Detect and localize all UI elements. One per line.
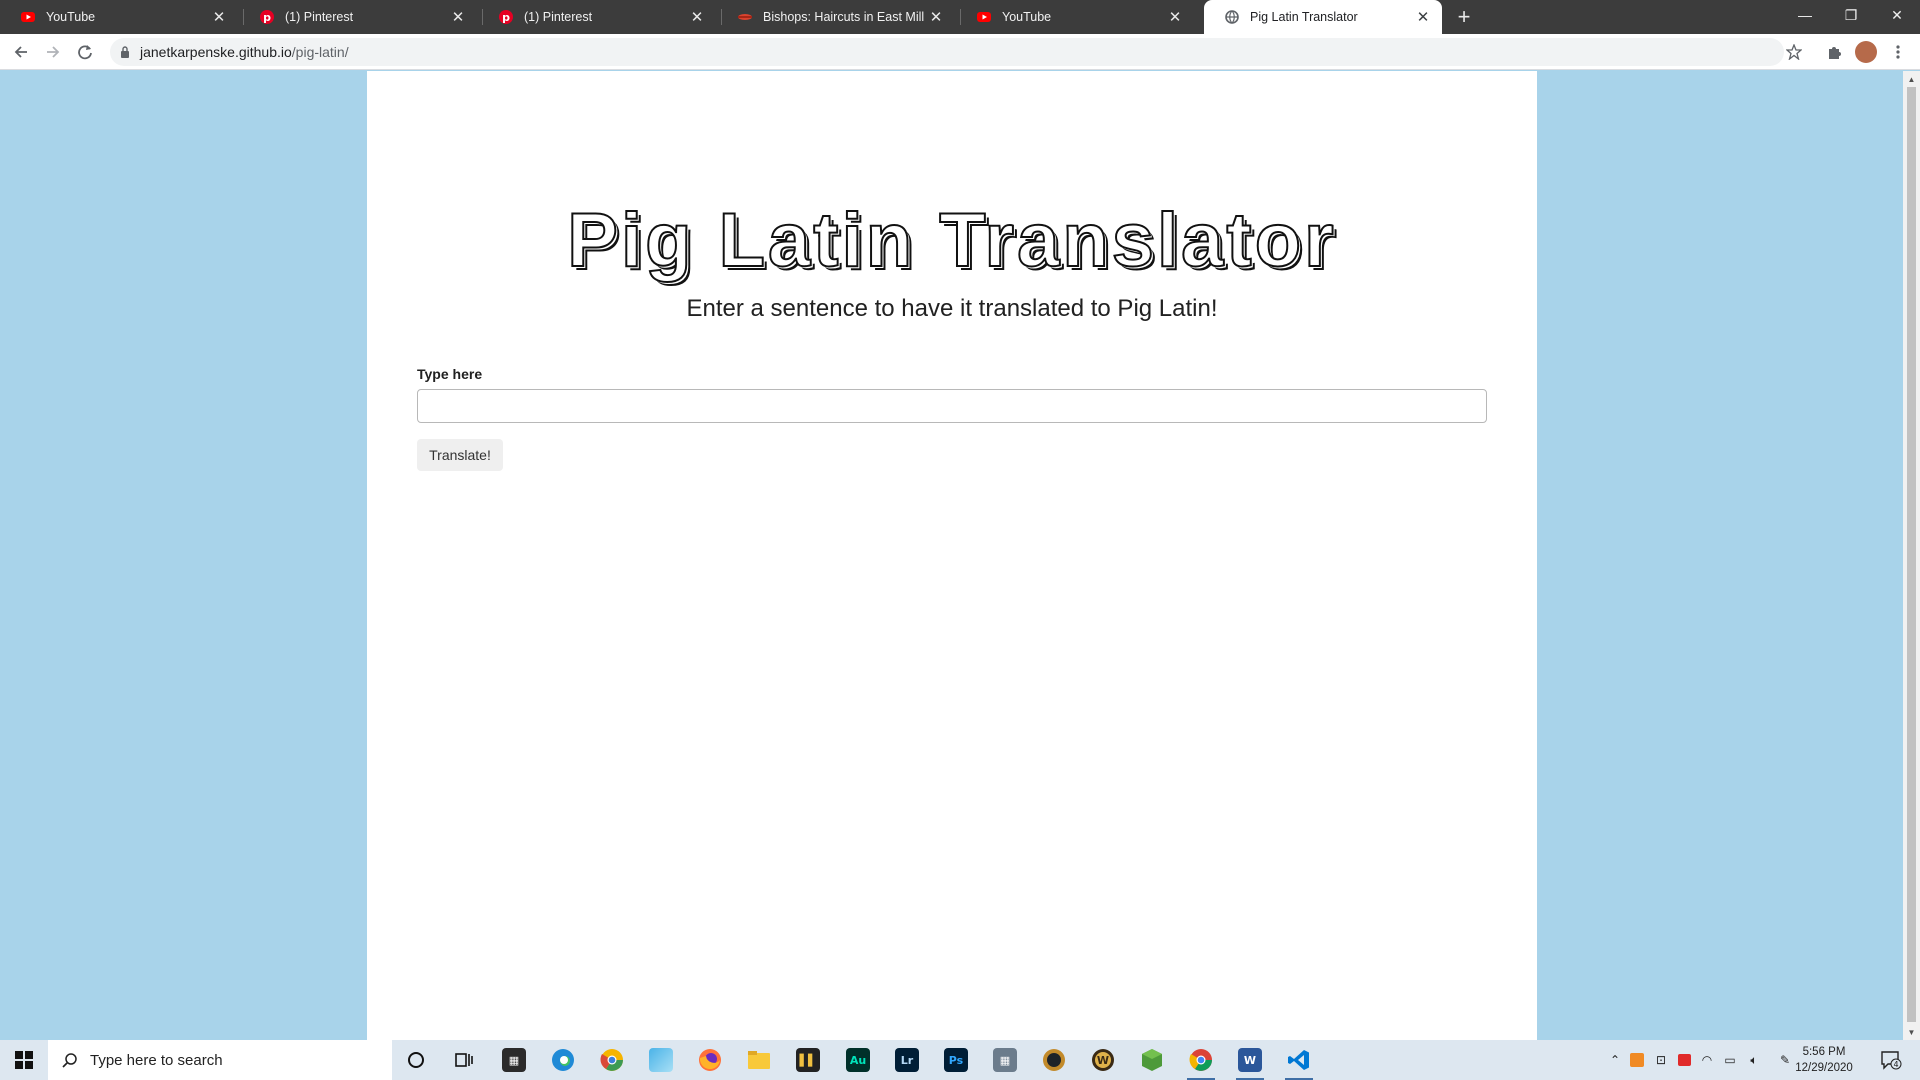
new-tab-button[interactable]: +	[1452, 4, 1476, 29]
tab-youtube-1[interactable]: YouTube ✕	[0, 0, 238, 34]
vscode-icon[interactable]	[1279, 1044, 1319, 1080]
scroll-up-icon[interactable]: ▲	[1903, 71, 1920, 87]
close-icon[interactable]: ✕	[1166, 8, 1184, 26]
minecraft-icon[interactable]	[1132, 1044, 1172, 1076]
windows-taskbar: Type here to search ▦ ▌▌ Au Lr Ps ▦ W W …	[0, 1040, 1920, 1080]
chrome-icon[interactable]	[1181, 1044, 1221, 1080]
clock-date: 12/29/2020	[1795, 1062, 1853, 1074]
tab-title: (1) Pinterest	[285, 10, 354, 24]
bookmark-star-icon[interactable]	[1781, 39, 1807, 65]
store-icon[interactable]: ▦	[494, 1044, 534, 1076]
start-button[interactable]	[0, 1040, 48, 1080]
league-icon[interactable]	[1034, 1044, 1074, 1076]
taskbar-search[interactable]: Type here to search	[48, 1040, 392, 1080]
tab-title: (1) Pinterest	[524, 10, 593, 24]
close-icon[interactable]: ✕	[210, 8, 228, 26]
volume-icon[interactable]: 🔈︎	[1744, 1040, 1764, 1080]
menu-kebab-icon[interactable]	[1885, 39, 1911, 65]
tab-title: YouTube	[1002, 10, 1052, 24]
tab-title: YouTube	[46, 10, 96, 24]
tray-app-icon[interactable]	[1627, 1040, 1647, 1080]
search-placeholder: Type here to search	[90, 1051, 223, 1069]
wifi-icon[interactable]: ◠	[1697, 1040, 1717, 1080]
sentence-input[interactable]	[417, 389, 1487, 423]
close-window-button[interactable]: ✕	[1874, 0, 1920, 30]
svg-text:p: p	[263, 11, 271, 24]
battery-icon[interactable]: ▭	[1720, 1040, 1740, 1080]
tab-strip: YouTube ✕ p (1) Pinterest ✕ p (1) Pinter…	[0, 0, 1920, 34]
tab-title: Bishops: Haircuts in East Mill Plain	[763, 10, 927, 24]
minimize-button[interactable]: —	[1782, 0, 1828, 30]
profile-avatar[interactable]	[1853, 39, 1879, 65]
avatar	[1855, 41, 1877, 63]
chrome-canary-icon[interactable]	[592, 1044, 632, 1076]
tab-youtube-2[interactable]: YouTube ✕	[956, 0, 1194, 34]
notification-count: 4	[1893, 1060, 1898, 1069]
scrollbar-thumb[interactable]	[1907, 87, 1916, 1022]
pinterest-icon: p	[498, 9, 514, 25]
bishops-icon	[737, 9, 753, 25]
task-view-icon[interactable]	[444, 1044, 484, 1076]
wow-icon[interactable]: W	[1083, 1044, 1123, 1076]
page-title: Pig Latin Translator	[566, 197, 1337, 284]
page-scrollbar[interactable]: ▲ ▼	[1903, 71, 1920, 1040]
calculator-icon[interactable]: ▦	[985, 1044, 1025, 1076]
back-button[interactable]	[8, 39, 34, 65]
search-icon	[62, 1052, 78, 1068]
youtube-icon	[976, 9, 992, 25]
svg-text:p: p	[502, 11, 510, 24]
tray-gift-icon[interactable]	[1674, 1040, 1694, 1080]
tab-title: Pig Latin Translator	[1250, 10, 1358, 24]
youtube-icon	[20, 9, 36, 25]
translate-button[interactable]: Translate!	[417, 439, 503, 471]
tab-pinterest-2[interactable]: p (1) Pinterest ✕	[478, 0, 716, 34]
file-explorer-icon[interactable]	[739, 1044, 779, 1076]
forward-arrow-icon	[47, 46, 60, 58]
tab-pinterest-1[interactable]: p (1) Pinterest ✕	[239, 0, 477, 34]
svg-text:W: W	[1097, 1054, 1109, 1067]
word-icon[interactable]: W	[1230, 1044, 1270, 1080]
audition-icon[interactable]: Au	[838, 1044, 878, 1076]
notification-center-icon[interactable]: 4	[1874, 1040, 1908, 1080]
tab-pig-latin[interactable]: Pig Latin Translator ✕	[1204, 0, 1442, 34]
restore-button[interactable]: ❐	[1828, 0, 1874, 30]
pinterest-icon: p	[259, 9, 275, 25]
books-icon[interactable]: ▌▌	[788, 1044, 828, 1076]
close-icon[interactable]: ✕	[688, 8, 706, 26]
lightroom-icon[interactable]: Lr	[887, 1044, 927, 1076]
close-icon[interactable]: ✕	[1414, 8, 1432, 26]
windows-logo-icon	[15, 1051, 33, 1069]
close-icon[interactable]: ✕	[927, 8, 945, 26]
cortana-icon[interactable]	[396, 1044, 436, 1076]
maps-icon[interactable]	[641, 1044, 681, 1076]
url-path: /pig-latin/	[291, 44, 349, 60]
clock-time: 5:56 PM	[1802, 1046, 1846, 1058]
extensions-puzzle-icon[interactable]	[1821, 39, 1847, 65]
url-host: janetkarpenske.github.io	[140, 44, 292, 60]
close-icon[interactable]: ✕	[449, 8, 467, 26]
back-arrow-icon	[14, 46, 27, 58]
content-panel: Pig Latin Translator Enter a sentence to…	[367, 71, 1537, 1040]
reload-icon	[78, 45, 92, 60]
globe-icon	[1224, 9, 1240, 25]
address-bar[interactable]: janetkarpenske.github.io/pig-latin/	[110, 38, 1784, 66]
system-clock[interactable]: 5:56 PM 12/29/2020	[1786, 1044, 1862, 1076]
lock-icon	[120, 46, 130, 58]
browser-toolbar: janetkarpenske.github.io/pig-latin/	[0, 34, 1920, 70]
forward-button[interactable]	[40, 39, 66, 65]
firefox-icon[interactable]	[690, 1044, 730, 1076]
edge-icon[interactable]	[543, 1044, 583, 1076]
input-label: Type here	[417, 366, 483, 382]
tray-overflow-icon[interactable]: ⌃	[1606, 1040, 1624, 1080]
page-subtitle: Enter a sentence to have it translated t…	[686, 295, 1218, 322]
scroll-down-icon[interactable]: ▼	[1903, 1024, 1920, 1040]
photoshop-icon[interactable]: Ps	[936, 1044, 976, 1076]
reload-button[interactable]	[72, 39, 98, 65]
tray-camera-icon[interactable]: ⊡	[1651, 1040, 1671, 1080]
tab-bishops[interactable]: Bishops: Haircuts in East Mill Plain ✕	[717, 0, 955, 34]
